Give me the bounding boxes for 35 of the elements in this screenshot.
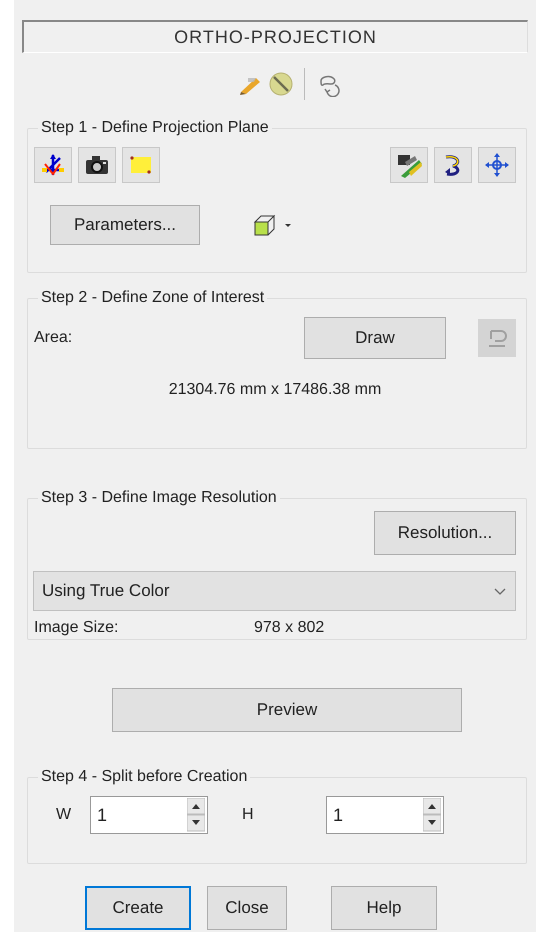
center-icon [484,152,510,178]
group-title: Step 1 - Define Projection Plane [41,119,269,136]
center-icon-button[interactable] [478,147,516,183]
axes-icon [40,152,66,178]
dialog-button[interactable]: Help [331,886,437,930]
draw-button[interactable]: Draw [304,317,446,359]
no-sign-icon[interactable] [268,71,294,97]
paint-icon [395,152,423,178]
split-label: W [56,806,72,824]
dialog-button[interactable]: Create [85,886,191,930]
plane-icon [128,154,154,176]
image-size-label: Image Size: [34,619,120,637]
group-title: Step 3 - Define Image Resolution [41,489,277,506]
preview-button[interactable]: Preview [112,688,462,732]
flip-icon-button[interactable] [434,147,472,183]
paint-icon-button[interactable] [390,147,428,183]
split-label: H [242,806,255,824]
chevron-down-icon [493,586,507,596]
area-label: Area: [34,329,72,347]
group-title: Step 2 - Define Zone of Interest [41,289,264,306]
zone-dimensions: 21304.76 mm x 17486.38 mm [168,381,382,399]
spin-arrows-icon[interactable] [187,798,205,832]
spin-field[interactable]: 1 [90,796,208,834]
axes-icon-button[interactable] [34,147,72,183]
image-size-value: 978 x 802 [254,619,324,637]
color-mode-dropdown[interactable]: Using True Color [33,571,516,611]
dialog-button[interactable]: Close [207,886,287,930]
parameters-button[interactable]: Parameters... [50,205,200,245]
group-title: Step 4 - Split before Creation [41,768,248,785]
spin-arrows-icon[interactable] [423,798,441,832]
panel-title: ORTHO-PROJECTION [22,20,528,53]
spin-field[interactable]: 1 [326,796,444,834]
resolution-button[interactable]: Resolution... [374,511,516,555]
camera-icon-button[interactable] [78,147,116,183]
camera-icon [84,154,110,176]
